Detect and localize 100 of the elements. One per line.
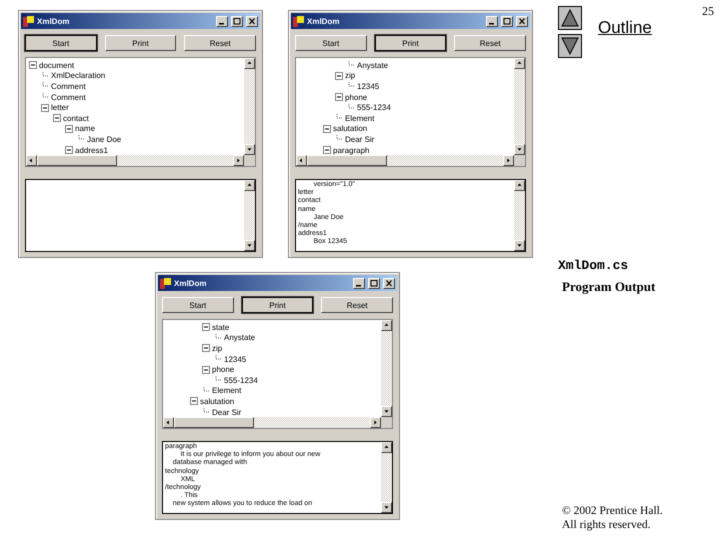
vertical-scrollbar[interactable] bbox=[381, 442, 392, 513]
tree-node-label[interactable]: Anystate bbox=[224, 333, 256, 342]
scroll-down-button[interactable] bbox=[381, 502, 392, 513]
file-name: XmlDom.cs bbox=[558, 258, 630, 273]
scroll-right-button[interactable] bbox=[370, 417, 381, 428]
scroll-up-button[interactable] bbox=[244, 58, 255, 69]
tree-node-label[interactable]: 555-1234 bbox=[224, 376, 258, 385]
output-textbox[interactable] bbox=[25, 179, 256, 252]
tree-node-label[interactable]: XmlDeclaration bbox=[51, 71, 106, 80]
tree-node-label[interactable]: Comment bbox=[51, 82, 86, 91]
scroll-down-button[interactable] bbox=[244, 240, 255, 251]
collapse-icon[interactable] bbox=[202, 366, 210, 374]
vertical-scrollbar[interactable] bbox=[244, 180, 255, 251]
tree-node-label[interactable]: Anystate bbox=[357, 60, 388, 70]
tree-node-label[interactable]: Jane Doe bbox=[87, 134, 122, 144]
push-button[interactable]: Reset bbox=[321, 297, 394, 313]
close-button[interactable] bbox=[246, 16, 258, 26]
maximize-button[interactable] bbox=[368, 278, 380, 288]
minimize-button[interactable] bbox=[353, 278, 365, 288]
horizontal-scrollbar[interactable] bbox=[26, 155, 244, 166]
vertical-scrollbar[interactable] bbox=[514, 180, 525, 251]
collapse-icon[interactable] bbox=[41, 104, 49, 112]
app-icon bbox=[293, 16, 304, 26]
tree-node-label[interactable]: Comment bbox=[51, 92, 86, 102]
scroll-down-button[interactable] bbox=[244, 144, 255, 155]
scroll-down-button[interactable] bbox=[514, 240, 525, 251]
scroll-up-button[interactable] bbox=[381, 320, 392, 331]
previous-slide-button[interactable] bbox=[558, 6, 582, 30]
tree-node-label[interactable]: 12345 bbox=[357, 82, 380, 91]
collapse-icon[interactable] bbox=[65, 124, 73, 133]
scroll-thumb[interactable] bbox=[37, 155, 117, 166]
tree-node-label[interactable]: document bbox=[39, 60, 74, 70]
push-button[interactable]: Start bbox=[162, 297, 234, 313]
collapse-icon[interactable] bbox=[190, 397, 198, 406]
copyright-text: © 2002 Prentice Hall. bbox=[561, 505, 664, 517]
tree-node-label[interactable]: letter bbox=[51, 103, 69, 112]
scroll-thumb[interactable] bbox=[174, 417, 254, 428]
horizontal-scrollbar[interactable] bbox=[296, 155, 514, 166]
collapse-icon[interactable] bbox=[335, 93, 343, 102]
minimize-button[interactable] bbox=[216, 16, 228, 26]
tree-node-label[interactable]: Element bbox=[345, 114, 374, 123]
horizontal-scrollbar[interactable] bbox=[163, 417, 381, 428]
page-number: 25 bbox=[702, 4, 714, 19]
vertical-scrollbar[interactable] bbox=[514, 58, 525, 155]
push-button[interactable]: Print bbox=[374, 35, 446, 51]
maximize-button[interactable] bbox=[501, 16, 513, 26]
minimize-button[interactable] bbox=[486, 16, 498, 26]
scroll-right-button[interactable] bbox=[503, 155, 514, 166]
push-button[interactable]: Reset bbox=[184, 35, 256, 51]
collapse-icon[interactable] bbox=[323, 124, 331, 133]
window-title: XmlDom bbox=[307, 16, 340, 26]
push-button[interactable]: Print bbox=[104, 35, 176, 51]
tree-node-label[interactable]: Dear Sir bbox=[212, 408, 242, 417]
tree-node-label[interactable]: 12345 bbox=[224, 354, 246, 364]
scroll-down-button[interactable] bbox=[381, 406, 392, 417]
close-button[interactable] bbox=[383, 278, 395, 288]
collapse-icon[interactable] bbox=[202, 344, 210, 352]
tree-node-label[interactable]: Element bbox=[212, 386, 242, 396]
push-button[interactable]: Print bbox=[242, 297, 314, 313]
push-button[interactable]: Start bbox=[295, 35, 367, 51]
tree-node-label[interactable]: 555-1234 bbox=[357, 103, 391, 112]
scroll-up-button[interactable] bbox=[514, 180, 525, 191]
vertical-scrollbar[interactable] bbox=[244, 58, 255, 155]
next-slide-button[interactable] bbox=[558, 34, 582, 58]
scrollbar-corner bbox=[244, 155, 255, 166]
collapse-icon[interactable] bbox=[323, 146, 331, 154]
tree-node-label[interactable]: address1 bbox=[75, 146, 108, 155]
collapse-icon[interactable] bbox=[29, 61, 37, 70]
push-button[interactable]: Start bbox=[25, 35, 97, 51]
scroll-down-button[interactable] bbox=[514, 144, 525, 155]
tree-node-label[interactable]: salutation bbox=[200, 396, 234, 406]
collapse-icon[interactable] bbox=[65, 146, 73, 154]
tree-node-label[interactable]: name bbox=[75, 124, 96, 134]
tree-node-label[interactable]: salutation bbox=[333, 124, 368, 134]
app-icon bbox=[23, 16, 34, 26]
tree-node-label[interactable]: contact bbox=[63, 114, 89, 123]
tree-node-label[interactable]: zip bbox=[212, 344, 222, 353]
outline-link[interactable]: Outline bbox=[598, 18, 652, 38]
tree-node-label[interactable]: phone bbox=[345, 92, 368, 102]
vertical-scrollbar[interactable] bbox=[381, 320, 392, 417]
collapse-icon[interactable] bbox=[335, 72, 343, 80]
tree-node-label[interactable]: state bbox=[212, 322, 230, 332]
close-button[interactable] bbox=[516, 16, 528, 26]
tree-node-label[interactable]: zip bbox=[345, 71, 356, 80]
scroll-up-button[interactable] bbox=[381, 442, 392, 453]
scroll-left-button[interactable] bbox=[163, 417, 174, 428]
scrollbar-corner bbox=[381, 417, 392, 428]
tree-node-label[interactable]: Dear Sir bbox=[345, 134, 374, 144]
scroll-left-button[interactable] bbox=[26, 155, 37, 166]
maximize-button[interactable] bbox=[231, 16, 243, 26]
scroll-up-button[interactable] bbox=[244, 180, 255, 191]
tree-node-label[interactable]: phone bbox=[212, 365, 234, 374]
tree-node-label[interactable]: paragraph bbox=[333, 146, 370, 155]
collapse-icon[interactable] bbox=[202, 323, 210, 332]
scroll-thumb[interactable] bbox=[307, 155, 387, 166]
scroll-up-button[interactable] bbox=[514, 58, 525, 69]
scroll-left-button[interactable] bbox=[296, 155, 307, 166]
push-button[interactable]: Reset bbox=[454, 35, 526, 51]
collapse-icon[interactable] bbox=[53, 114, 61, 122]
scroll-right-button[interactable] bbox=[233, 155, 244, 166]
